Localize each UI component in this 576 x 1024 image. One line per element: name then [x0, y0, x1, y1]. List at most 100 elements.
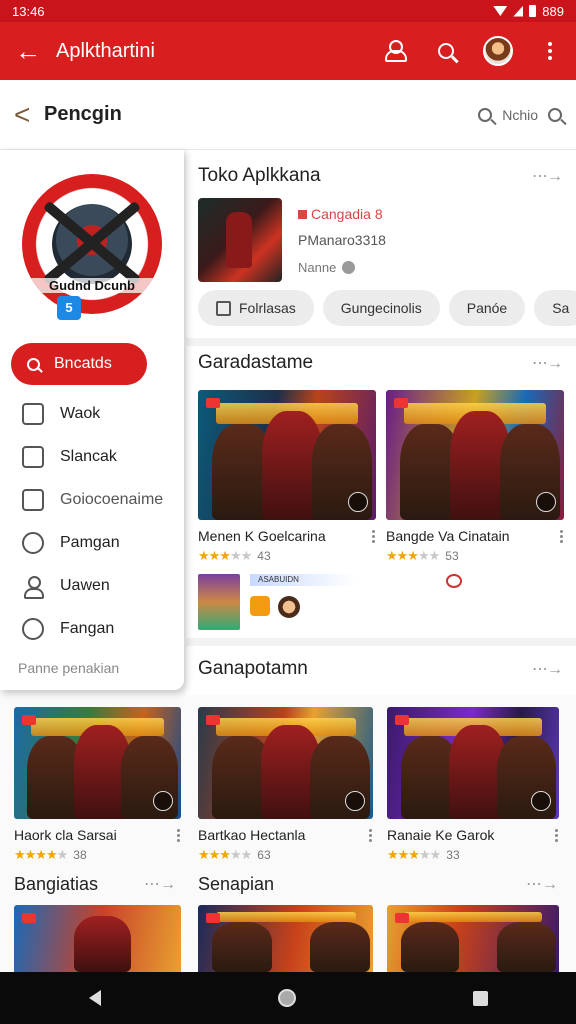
logo-text: Gudnd Dcunb [22, 278, 162, 293]
game-card[interactable]: Ranaie Ke Garok ★★★★★ 33 [387, 707, 559, 863]
game-card[interactable]: Bartkao Hectanla ★★★★★ 63 [198, 707, 373, 863]
back-arrow-icon[interactable]: ← [0, 22, 56, 80]
game-rating: ★★★★★ 53 [386, 548, 564, 564]
list-icon [22, 445, 44, 468]
game-card-art[interactable] [198, 390, 376, 520]
status-icons: 889 [493, 4, 564, 19]
more-arrow-icon[interactable]: ⋯→ [144, 874, 176, 895]
more-vert-icon[interactable] [369, 828, 373, 842]
drawer-search-button[interactable]: Bncatds [11, 343, 147, 385]
search-button[interactable] [420, 22, 472, 80]
game-card[interactable]: Menen K Goelcarina ★★★★★ 43 [198, 390, 376, 564]
section-header-4: Senapian ⋯→ [184, 874, 562, 895]
circle-icon [22, 617, 44, 640]
chip-1[interactable]: Gungecinolis [322, 290, 440, 326]
featured-app-info: Cangadia 8 PManaro3318 Nanne [298, 198, 386, 282]
avatar[interactable] [278, 596, 300, 618]
game-hero [212, 922, 272, 972]
play-icon[interactable] [348, 492, 368, 512]
section-header-2: Ganapotamn ⋯→ [186, 652, 576, 686]
signal-icon [513, 5, 524, 17]
more-vert-icon[interactable] [372, 529, 376, 543]
featured-app-name-text: Cangadia 8 [311, 206, 383, 222]
category-chips: Folrlasas Gungecinolis Panóe Sa [198, 290, 576, 326]
game-card-art[interactable] [387, 905, 559, 972]
chip-0[interactable]: Folrlasas [198, 290, 314, 326]
game-card-art[interactable] [198, 905, 373, 972]
mini-promo-details: ASABUIDN [250, 574, 356, 618]
drawer-item-pamgan[interactable]: Pamgan [0, 521, 184, 564]
app-icon[interactable] [250, 596, 270, 616]
drawer-item-label: Waok [60, 404, 101, 422]
more-vert-icon[interactable] [560, 529, 564, 543]
play-icon[interactable] [536, 492, 556, 512]
more-vert-icon[interactable] [555, 828, 559, 842]
section-header-1: Garadastame ⋯→ [186, 346, 576, 380]
featured-app-subtitle: Nanne [298, 260, 386, 275]
drawer-item-label: Uawen [60, 576, 110, 594]
game-card[interactable] [387, 905, 559, 972]
drawer-search-label: Bncatds [54, 355, 112, 372]
drawer-item-waok[interactable]: Waok [0, 392, 184, 435]
section-title-2: Ganapotamn [198, 658, 308, 679]
game-rating: ★★★★★ 43 [198, 548, 376, 564]
game-card-art[interactable] [198, 707, 373, 819]
rating-stars: ★★★★★ [387, 847, 441, 862]
featured-app-thumbnail[interactable] [198, 198, 282, 282]
more-arrow-icon[interactable]: ⋯→ [526, 874, 558, 895]
wifi-icon [493, 6, 508, 16]
nav-home-icon[interactable] [277, 989, 296, 1007]
play-icon[interactable] [531, 791, 551, 811]
drawer-item-slancak[interactable]: Slancak [0, 435, 184, 478]
game-card-art[interactable] [14, 905, 181, 972]
calendar-icon [216, 300, 231, 316]
nav-recents-icon[interactable] [472, 990, 488, 1006]
rating-stars: ★★★★★ [198, 847, 252, 862]
account-button[interactable] [368, 22, 420, 80]
drawer-item-uawen[interactable]: Uawen [0, 564, 184, 607]
game-card-art[interactable] [387, 707, 559, 819]
game-badge-icon [394, 398, 408, 408]
drawer-item-label: Pamgan [60, 533, 120, 551]
rating-stars: ★★★★★ [386, 548, 440, 563]
featured-app-subtitle-text: Nanne [298, 260, 337, 275]
game-rating: ★★★★★ 38 [14, 847, 181, 863]
page-header: < Pencgin Nchio [0, 80, 576, 150]
page-search-text: Nchio [502, 106, 538, 123]
status-right-text: 889 [542, 3, 564, 19]
game-card-art[interactable] [14, 707, 181, 819]
battery-icon [529, 5, 537, 17]
app-badge-icon [298, 209, 307, 219]
more-vert-icon[interactable] [177, 828, 181, 842]
more-arrow-icon[interactable]: ⋯→ [532, 166, 563, 186]
game-hero [497, 922, 556, 972]
chevron-left-icon[interactable]: < [14, 99, 44, 131]
divider [186, 338, 576, 346]
play-icon[interactable] [153, 791, 173, 811]
divider [186, 638, 576, 646]
drawer-item-label: Fangan [60, 619, 115, 637]
chip-3[interactable]: Sa [534, 290, 576, 326]
mini-game-thumbnail[interactable] [198, 574, 240, 630]
drawer-item-goiocoenaime[interactable]: Goiocoenaime [0, 478, 184, 521]
store-header: Toko Aplkkana ⋯→ [186, 150, 576, 202]
more-arrow-icon[interactable]: ⋯→ [532, 353, 563, 373]
game-card[interactable] [14, 905, 181, 972]
game-card[interactable] [198, 905, 373, 972]
play-icon[interactable] [345, 791, 365, 811]
page-search[interactable]: Nchio [478, 107, 562, 123]
more-arrow-icon[interactable]: ⋯→ [532, 659, 563, 679]
nav-back-icon[interactable] [88, 990, 101, 1006]
game-banner [404, 911, 542, 923]
game-card[interactable]: Haork cla Sarsai ★★★★★ 38 [14, 707, 181, 863]
game-card-meta: Bartkao Hectanla [198, 827, 373, 843]
group-icon [22, 531, 44, 554]
game-card-art[interactable] [386, 390, 564, 520]
drawer-item-fangan[interactable]: Fangan [0, 607, 184, 650]
search-icon-secondary[interactable] [548, 107, 562, 122]
overflow-menu-button[interactable] [524, 22, 576, 80]
profile-avatar-button[interactable] [472, 22, 524, 80]
featured-app[interactable]: Cangadia 8 PManaro3318 Nanne [198, 198, 386, 282]
chip-2[interactable]: Panóe [448, 290, 526, 326]
game-card[interactable]: Bangde Va Cinatain ★★★★★ 53 [386, 390, 564, 564]
